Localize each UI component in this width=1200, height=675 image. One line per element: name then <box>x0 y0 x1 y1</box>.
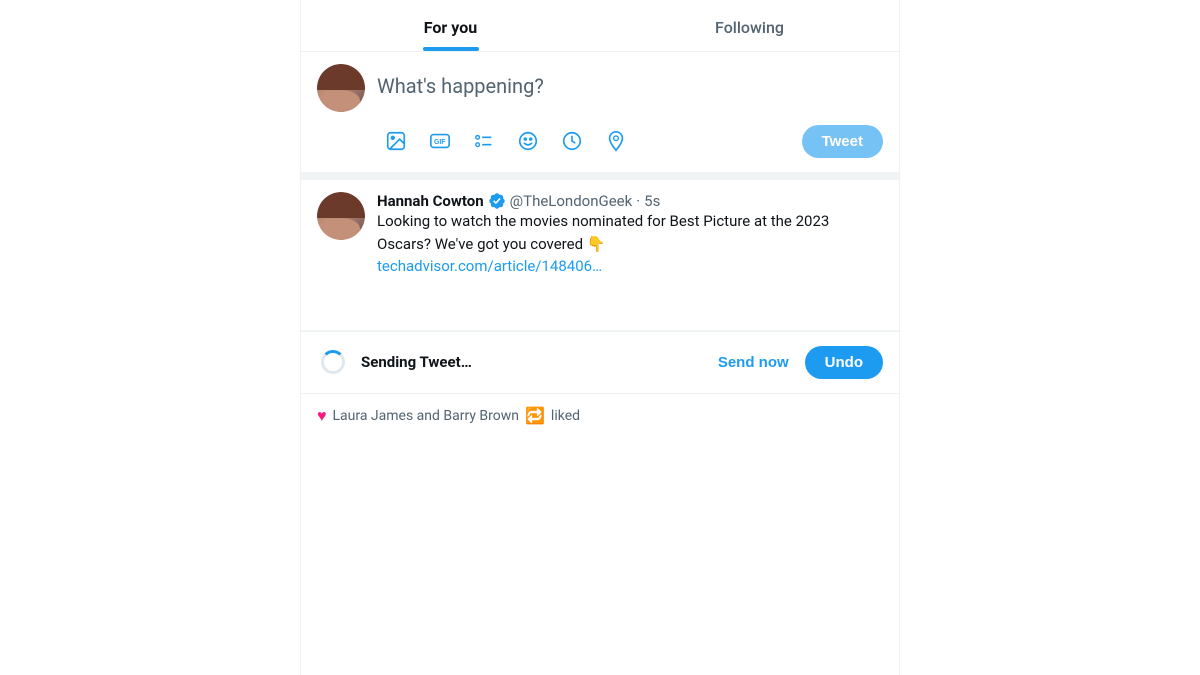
partial-liked-label: liked <box>551 408 580 424</box>
tweet-body: Looking to watch the movies nominated fo… <box>317 210 883 278</box>
avatar-image <box>317 64 365 112</box>
location-icon[interactable] <box>597 122 635 160</box>
compose-placeholder: What's happening? <box>377 74 544 98</box>
tweet-text: Looking to watch the movies nominated fo… <box>377 212 829 253</box>
tweet-dot: · <box>636 192 640 210</box>
verified-icon <box>488 192 506 210</box>
user-avatar <box>317 64 365 112</box>
compose-icons: GIF <box>377 122 802 160</box>
sending-spinner <box>317 346 349 378</box>
bottom-partial: ♥ Laura James and Barry Brown 🔁 liked <box>301 394 899 430</box>
schedule-icon[interactable] <box>553 122 591 160</box>
image-icon[interactable] <box>377 122 415 160</box>
compose-top: What's happening? <box>317 64 883 112</box>
tab-following-label: Following <box>715 18 784 37</box>
send-now-button[interactable]: Send now <box>718 354 789 371</box>
tweet-handle: @TheLondonGeek <box>510 192 633 210</box>
tab-following[interactable]: Following <box>600 0 899 51</box>
tab-for-you[interactable]: For you <box>301 0 600 51</box>
sending-bar: Sending Tweet… Send now Undo <box>301 331 899 394</box>
spinner-animation <box>321 350 345 374</box>
tweet-author-line: Hannah Cowton @TheLondonGeek · 5s <box>377 192 883 210</box>
tweet-button[interactable]: Tweet <box>802 125 883 158</box>
tweet-time: 5s <box>644 192 660 210</box>
poll-icon[interactable] <box>465 122 503 160</box>
retweet-icon: 🔁 <box>525 406 545 425</box>
gif-icon[interactable]: GIF <box>421 122 459 160</box>
undo-button[interactable]: Undo <box>805 346 883 379</box>
tabs-bar: For you Following <box>301 0 899 52</box>
tweet-avatar-image <box>317 192 365 240</box>
sending-text: Sending Tweet… <box>361 353 718 371</box>
tweet-avatar <box>317 192 365 240</box>
heart-icon: ♥ <box>317 406 327 426</box>
feed-container: For you Following What's happening? <box>300 0 900 675</box>
tweet-author-name: Hannah Cowton <box>377 192 484 210</box>
partial-liked-text: Laura James and Barry Brown <box>333 408 520 424</box>
compose-actions: GIF <box>317 112 883 164</box>
compose-input[interactable]: What's happening? <box>377 64 883 98</box>
tweet-link[interactable]: techadvisor.com/article/148406… <box>377 257 602 275</box>
svg-text:GIF: GIF <box>434 139 445 146</box>
tweet-card: Hannah Cowton @TheLondonGeek · 5s Lookin… <box>301 180 899 331</box>
tab-for-you-label: For you <box>424 18 477 37</box>
compose-area: What's happening? GIF <box>301 52 899 180</box>
emoji-icon[interactable] <box>509 122 547 160</box>
